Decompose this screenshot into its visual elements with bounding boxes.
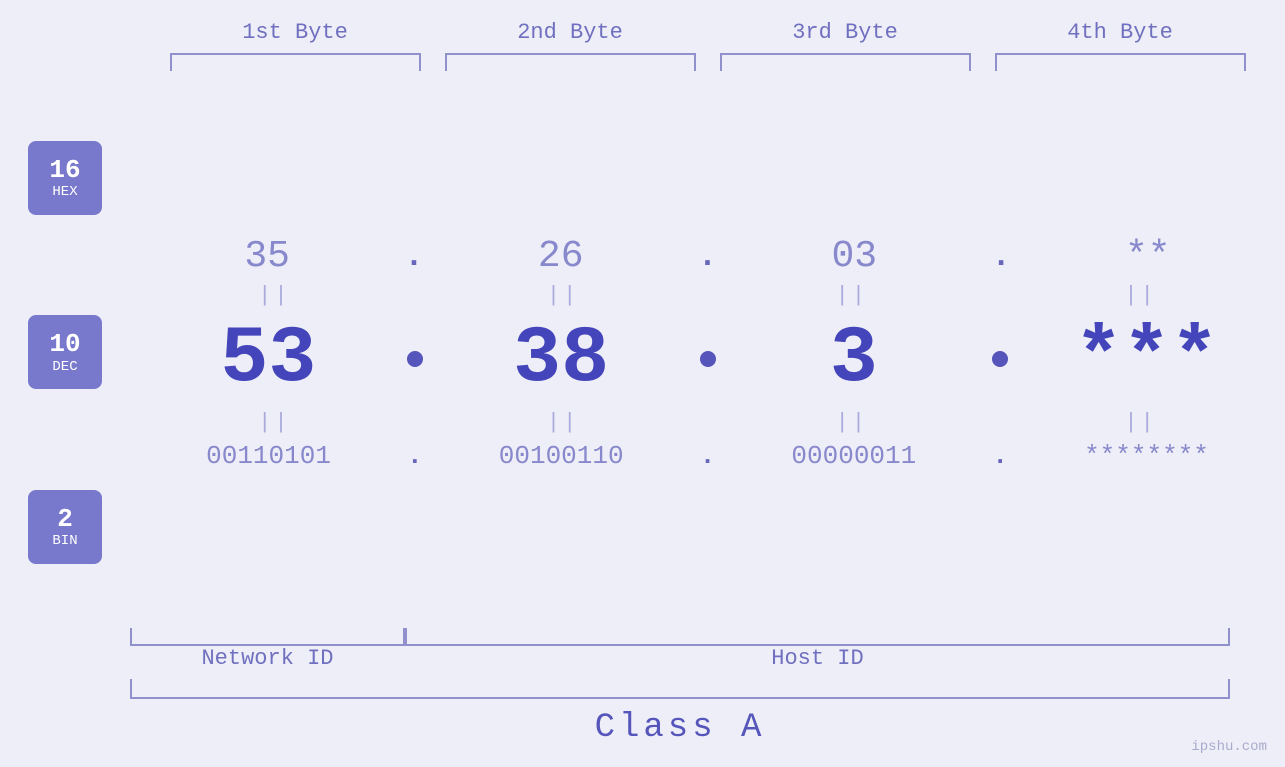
bin-value-1: 00110101 <box>206 441 331 471</box>
top-bracket-row <box>158 53 1258 71</box>
hex-dot-1: . <box>404 238 423 275</box>
bin-row: 00110101 . 00100110 . 00000011 . *******… <box>130 441 1285 471</box>
dec-cell-4: *** <box>1008 314 1285 405</box>
dec-value-3: 3 <box>830 314 878 405</box>
bin-value-3: 00000011 <box>791 441 916 471</box>
network-id-label: Network ID <box>130 646 405 671</box>
bottom-section: Network ID Host ID Class A <box>0 624 1285 747</box>
separator-1: || || || || <box>130 278 1285 314</box>
sep-1-4: || <box>996 283 1285 308</box>
byte-label-4: 4th Byte <box>983 20 1258 53</box>
hex-value-1: 35 <box>244 235 290 278</box>
hex-row: 35 . 26 . 03 . ** <box>130 235 1285 278</box>
class-label: Class A <box>595 709 766 747</box>
bottom-labels: Network ID Host ID <box>130 646 1230 671</box>
sep-2-3: || <box>708 410 997 435</box>
hex-badge-label: HEX <box>52 184 77 200</box>
sep-1-2: || <box>419 283 708 308</box>
host-id-label: Host ID <box>405 646 1230 671</box>
sep-2-4: || <box>996 410 1285 435</box>
hex-dot-2: . <box>698 238 717 275</box>
bin-dot-2: . <box>700 441 716 471</box>
dec-row: 53 38 3 *** <box>130 314 1285 405</box>
badge-column: 16 HEX 10 DEC 2 BIN <box>0 81 130 624</box>
hex-value-4: ** <box>1125 235 1171 278</box>
dec-cell-2: 38 <box>423 314 700 405</box>
dec-badge: 10 DEC <box>28 315 102 389</box>
dec-cell-1: 53 <box>130 314 407 405</box>
hex-cell-1: 35 <box>130 235 404 278</box>
bin-cell-2: 00100110 <box>423 441 700 471</box>
data-columns: 35 . 26 . 03 . ** || || || || <box>130 81 1285 624</box>
network-bracket <box>130 628 405 646</box>
bin-value-4: ******** <box>1084 441 1209 471</box>
separator-2: || || || || <box>130 405 1285 441</box>
dec-value-2: 38 <box>513 314 609 405</box>
class-label-area: Class A <box>130 699 1230 747</box>
bin-cell-3: 00000011 <box>715 441 992 471</box>
dec-badge-num: 10 <box>49 330 80 359</box>
bin-cell-1: 00110101 <box>130 441 407 471</box>
bin-dot-3: . <box>992 441 1008 471</box>
sep-2-1: || <box>130 410 419 435</box>
sep-1-3: || <box>708 283 997 308</box>
byte-label-1: 1st Byte <box>158 20 433 53</box>
dec-value-4: *** <box>1075 314 1219 405</box>
sep-1-1: || <box>130 283 419 308</box>
dec-badge-label: DEC <box>52 359 77 375</box>
top-bracket-4 <box>995 53 1246 71</box>
hex-cell-4: ** <box>1011 235 1285 278</box>
hex-value-2: 26 <box>538 235 584 278</box>
bottom-bracket-row <box>130 628 1230 646</box>
dec-dot-3 <box>992 351 1008 367</box>
main-container: 1st Byte 2nd Byte 3rd Byte 4th Byte 16 H… <box>0 0 1285 767</box>
watermark: ipshu.com <box>1191 739 1267 755</box>
bin-badge: 2 BIN <box>28 490 102 564</box>
dec-dot-1 <box>407 351 423 367</box>
hex-value-3: 03 <box>831 235 877 278</box>
byte-label-2: 2nd Byte <box>433 20 708 53</box>
bin-value-2: 00100110 <box>499 441 624 471</box>
rows-area: 16 HEX 10 DEC 2 BIN 35 . 26 <box>0 81 1285 624</box>
sep-2-2: || <box>419 410 708 435</box>
bin-cell-4: ******** <box>1008 441 1285 471</box>
byte-label-3: 3rd Byte <box>708 20 983 53</box>
hex-cell-3: 03 <box>717 235 991 278</box>
dec-dot-2 <box>700 351 716 367</box>
top-bracket-3 <box>720 53 971 71</box>
bin-badge-num: 2 <box>57 505 73 534</box>
host-bracket <box>405 628 1230 646</box>
bin-dot-1: . <box>407 441 423 471</box>
byte-labels-row: 1st Byte 2nd Byte 3rd Byte 4th Byte <box>158 20 1258 53</box>
top-bracket-1 <box>170 53 421 71</box>
top-bracket-2 <box>445 53 696 71</box>
hex-cell-2: 26 <box>424 235 698 278</box>
hex-badge-num: 16 <box>49 156 80 185</box>
class-bracket <box>130 679 1230 699</box>
dec-value-1: 53 <box>220 314 316 405</box>
dec-cell-3: 3 <box>716 314 993 405</box>
hex-dot-3: . <box>991 238 1010 275</box>
hex-badge: 16 HEX <box>28 141 102 215</box>
bin-badge-label: BIN <box>52 533 77 549</box>
